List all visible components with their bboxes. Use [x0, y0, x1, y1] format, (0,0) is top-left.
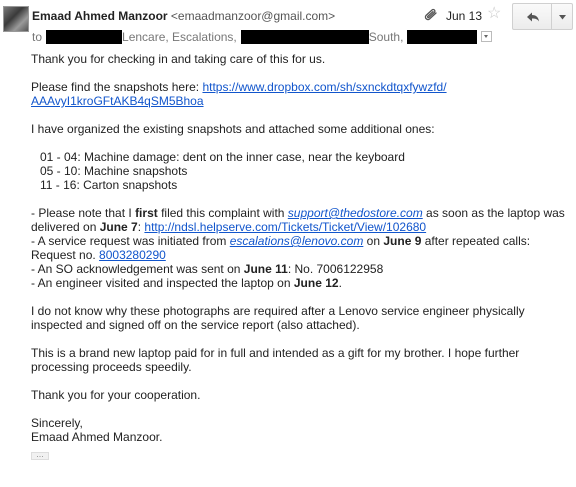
- text: Request no.: [31, 248, 100, 262]
- body-paragraph: This is a brand new laptop paid for in f…: [31, 346, 520, 374]
- text: on: [363, 234, 384, 248]
- ticket-link[interactable]: http://ndsl.helpserve.com/Tickets/Ticket…: [144, 220, 426, 234]
- recipients-part2: South,: [368, 29, 404, 44]
- recipients-prefix: to: [32, 29, 43, 44]
- paperclip-icon: [424, 8, 437, 21]
- text: : No. 7006122958: [287, 262, 384, 276]
- signature-name: Emaad Ahmed Manzoor.: [31, 430, 163, 444]
- redacted-block: [407, 29, 478, 44]
- text: - An SO acknowledgement was sent on: [31, 262, 244, 276]
- list-item: 01 - 04: Machine damage: dent on the inn…: [40, 150, 405, 164]
- body-paragraph: I have organized the existing snapshots …: [31, 122, 435, 136]
- date-text: June 7: [99, 220, 138, 234]
- chevron-down-icon: [559, 15, 566, 20]
- sender-line: Emaad Ahmed Manzoor <emaadmanzoor@gmail.…: [32, 9, 335, 23]
- email-link[interactable]: support@thedostore.com: [288, 206, 423, 220]
- recipients-part1: Lencare, Escalations,: [122, 29, 237, 44]
- phone-link[interactable]: 8003280290: [99, 248, 166, 262]
- show-details-icon[interactable]: [481, 31, 493, 43]
- reply-icon: [527, 12, 539, 22]
- body-paragraph: Thank you for checking in and taking car…: [31, 52, 326, 66]
- text: filed this complaint with: [157, 206, 288, 220]
- more-options-button[interactable]: [551, 3, 573, 30]
- date-text: June 12: [293, 276, 339, 290]
- redacted-block: [46, 29, 123, 44]
- dropbox-link-continued[interactable]: AAAvyI1kroGFtAKB4qSM5Bhoa: [31, 94, 204, 108]
- date-text: June 9: [383, 234, 422, 248]
- body-paragraph: Please find the snapshots here: https://…: [31, 80, 571, 108]
- avatar[interactable]: [3, 6, 29, 32]
- email-link[interactable]: escalations@lenovo.com: [230, 234, 364, 248]
- signature-closing: Sincerely,: [31, 416, 83, 430]
- message-body: Thank you for checking in and taking car…: [31, 52, 571, 444]
- sender-email: <emaadmanzoor@gmail.com>: [170, 9, 336, 23]
- list-item: 11 - 16: Carton snapshots: [40, 178, 178, 192]
- redacted-block: [240, 29, 369, 44]
- timeline-block: - Please note that I first filed this co…: [31, 206, 571, 290]
- snapshot-list: 01 - 04: Machine damage: dent on the inn…: [40, 150, 571, 192]
- text: after repeated calls:: [421, 234, 531, 248]
- sender-name[interactable]: Emaad Ahmed Manzoor: [32, 9, 168, 23]
- text: .: [338, 276, 342, 290]
- star-icon[interactable]: ☆: [487, 6, 501, 22]
- body-paragraph: Thank you for your cooperation.: [31, 388, 201, 402]
- message-date[interactable]: Jun 13: [446, 9, 482, 23]
- date-text: June 11: [243, 262, 288, 276]
- recipients-line[interactable]: to Lencare, Escalations, South,: [32, 29, 493, 44]
- text: - Please note that I: [31, 206, 136, 220]
- show-trimmed-content-button[interactable]: …: [31, 451, 49, 460]
- text: - A service request was initiated from: [31, 234, 230, 248]
- text: first: [135, 206, 158, 220]
- text: - An engineer visited and inspected the …: [31, 276, 294, 290]
- body-paragraph: I do not know why these photographs are …: [31, 304, 525, 332]
- snapshots-intro: Please find the snapshots here:: [31, 80, 203, 94]
- list-item: 05 - 10: Machine snapshots: [40, 164, 188, 178]
- dropbox-link[interactable]: https://www.dropbox.com/sh/sxnckdtqxfywz…: [202, 80, 446, 94]
- reply-button[interactable]: [512, 3, 552, 30]
